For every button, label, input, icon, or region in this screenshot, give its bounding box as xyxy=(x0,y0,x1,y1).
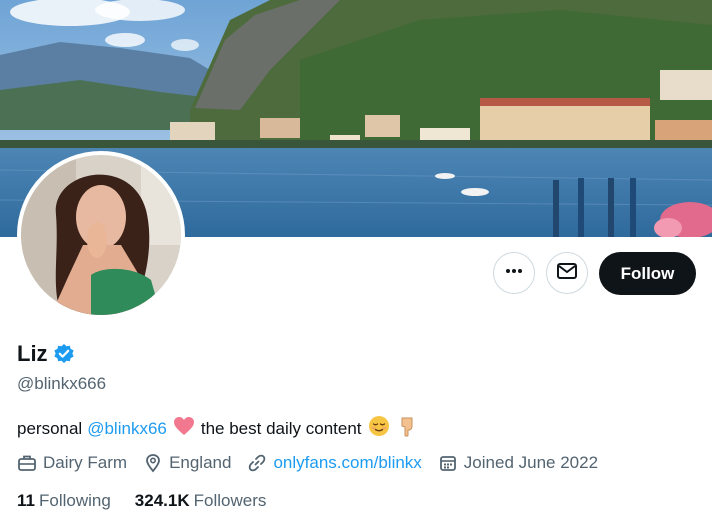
display-name: Liz xyxy=(17,341,48,366)
briefcase-icon xyxy=(18,455,36,471)
verified-badge-icon[interactable] xyxy=(53,343,75,365)
category-text: Dairy Farm xyxy=(43,453,128,472)
website-link[interactable]: onlyfans.com/blinkx xyxy=(273,453,421,473)
pointing-down-hand-icon xyxy=(396,415,418,442)
envelope-icon xyxy=(556,260,578,287)
bio-text-after: the best daily content xyxy=(200,418,362,438)
follow-counts: 11 Following 324.1K Followers xyxy=(17,491,290,511)
message-button[interactable] xyxy=(546,252,588,294)
bio-text-before: personal xyxy=(17,418,83,438)
follow-button[interactable]: Follow xyxy=(599,252,696,295)
following-label: Following xyxy=(38,491,111,510)
bio-mention-link[interactable]: @blinkx66 xyxy=(87,419,167,439)
link-icon xyxy=(249,454,266,472)
profile-name-row: Liz xyxy=(17,341,75,367)
followers-label: Followers xyxy=(193,491,267,510)
more-options-button[interactable] xyxy=(493,252,535,294)
following-count: 11 xyxy=(17,491,35,510)
more-horizontal-icon xyxy=(504,261,524,286)
following-count-link[interactable]: 11 Following xyxy=(17,491,111,511)
profile-website[interactable]: onlyfans.com/blinkx xyxy=(247,453,422,473)
profile-avatar[interactable] xyxy=(17,151,185,319)
pink-heart-icon xyxy=(173,416,195,441)
relieved-face-icon xyxy=(368,415,390,442)
profile-handle: @blinkx666 xyxy=(17,374,107,393)
followers-count-link[interactable]: 324.1K Followers xyxy=(135,491,267,511)
joined-text: Joined June 2022 xyxy=(463,453,599,472)
profile-joined: Joined June 2022 xyxy=(438,453,598,473)
followers-count: 324.1K xyxy=(134,491,190,510)
profile-meta-row: Dairy Farm England onlyfans.com/blinkx J… xyxy=(17,453,614,473)
profile-category: Dairy Farm xyxy=(17,453,127,473)
location-pin-icon xyxy=(146,454,160,473)
calendar-icon xyxy=(439,456,456,471)
profile-bio: personal @blinkx66 the best daily conten… xyxy=(17,415,418,442)
profile-location: England xyxy=(143,453,231,473)
location-text: England xyxy=(169,453,232,472)
